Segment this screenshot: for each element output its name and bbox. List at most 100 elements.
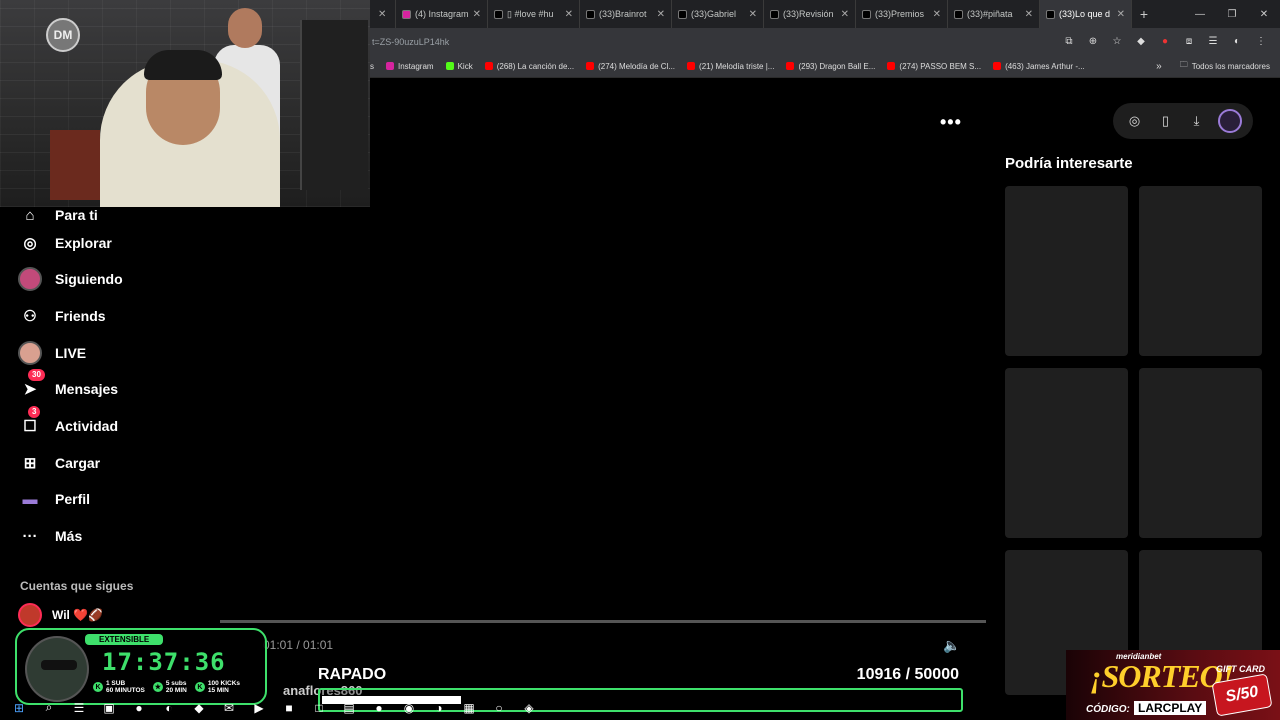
sidebar-item-siguiendo[interactable]: Siguiendo bbox=[18, 267, 123, 291]
bookmark-item[interactable]: s bbox=[370, 62, 374, 71]
sidebar-item-mensajes[interactable]: ➤ 30 Mensajes bbox=[18, 369, 119, 401]
sidebar-item-cargar[interactable]: ⊞ Cargar bbox=[18, 451, 100, 475]
app-icon-3[interactable]: ■ bbox=[280, 699, 298, 717]
suggested-video-thumbnail[interactable] bbox=[1005, 186, 1128, 356]
chrome-icon[interactable]: ● bbox=[130, 699, 148, 717]
tab-close-icon[interactable]: ✕ bbox=[841, 9, 849, 20]
browser-tab[interactable]: ▯ #love #hu ✕ bbox=[488, 0, 580, 28]
video-more-button[interactable]: ••• bbox=[940, 112, 962, 133]
bookmark-star-icon[interactable]: ☆ bbox=[1110, 36, 1124, 47]
close-window-button[interactable]: ✕ bbox=[1248, 9, 1280, 20]
store-icon[interactable]: ▣ bbox=[100, 699, 118, 717]
browser-tab[interactable]: (33)#piñata ✕ bbox=[948, 0, 1040, 28]
tab-close-icon[interactable]: ✕ bbox=[933, 9, 941, 20]
suggested-video-thumbnail[interactable] bbox=[1139, 186, 1262, 356]
search-icon[interactable]: ⌕ bbox=[40, 699, 58, 717]
user-avatar[interactable] bbox=[1217, 109, 1242, 133]
install-icon[interactable]: ⧉ bbox=[1062, 36, 1076, 47]
app-icon-6[interactable]: ◈ bbox=[520, 699, 538, 717]
bookmark-item[interactable]: Instagram bbox=[386, 62, 434, 71]
explore-icon[interactable]: ◎ bbox=[1125, 113, 1145, 129]
windows-icon[interactable]: ⊞ bbox=[10, 699, 28, 717]
bookmark-item[interactable]: (268) La canción de... bbox=[484, 62, 574, 71]
sidebar-item-friends[interactable]: ⚇ Friends bbox=[18, 304, 105, 328]
promo-gift-label: GIFT CARD bbox=[1216, 664, 1265, 674]
tab-close-icon[interactable]: ✕ bbox=[473, 9, 481, 20]
following-account[interactable]: Wil ❤️🏈 bbox=[18, 603, 103, 627]
bookmark-item[interactable]: Kick bbox=[445, 62, 473, 71]
whatsapp-icon[interactable]: ○ bbox=[490, 699, 508, 717]
app-icon[interactable]: ◆ bbox=[190, 699, 208, 717]
zoom-icon[interactable]: ⊕ bbox=[1086, 36, 1100, 47]
tab-close-icon[interactable]: ✕ bbox=[749, 9, 757, 20]
friends-icon: ⚇ bbox=[18, 304, 42, 328]
tab-close-icon[interactable]: ✕ bbox=[657, 9, 665, 20]
sidebar-item-perfil[interactable]: ▬ Perfil bbox=[18, 487, 91, 511]
timer-rates: K1 SUB 60 MINUTOS ★ 5 subs 20 MIN K 100 KICKs 1… bbox=[93, 680, 240, 694]
sidebar-item-más[interactable]: ··· Más bbox=[18, 524, 83, 548]
browser-tab[interactable]: (4) Instagram ✕ bbox=[396, 0, 488, 28]
new-tab-button[interactable]: + bbox=[1132, 6, 1156, 22]
notification-badge: 3 bbox=[28, 406, 41, 418]
bookmark-item[interactable]: (21) Melodía triste |... bbox=[687, 62, 774, 71]
avatar bbox=[18, 341, 42, 365]
browser-tab[interactable]: (33)Revisión ✕ bbox=[764, 0, 856, 28]
rate-line2: 20 MIN bbox=[165, 687, 187, 694]
browser-tab[interactable]: (33)Lo que d ✕ bbox=[1040, 0, 1132, 28]
extension-icon[interactable]: ◆ bbox=[1134, 36, 1148, 47]
rate-line2: 60 MINUTOS bbox=[106, 687, 145, 694]
sidebar-item-label: Mensajes bbox=[55, 381, 119, 397]
bookmark-item[interactable]: (274) Melodía de Cl... bbox=[586, 62, 675, 71]
tab-close-icon[interactable]: ✕ bbox=[1025, 9, 1033, 20]
webcam-overlay: DM bbox=[0, 0, 370, 207]
browser-tab[interactable]: ✕ bbox=[370, 0, 396, 28]
tab-title: (33)Brainrot bbox=[599, 9, 647, 19]
calculator-icon[interactable]: ▦ bbox=[460, 699, 478, 717]
profile-icon[interactable]: ◐ bbox=[1230, 36, 1244, 47]
extensions-puzzle-icon[interactable]: ⧈ bbox=[1182, 36, 1196, 47]
volume-icon[interactable]: 🔈 bbox=[943, 637, 960, 654]
address-bar[interactable]: t=ZS-90uzuLP14hk ⧉ ⊕ ☆ ◆ ● ⧈ ☰ ◐ ⋮ bbox=[370, 28, 1280, 55]
suggested-video-thumbnail[interactable] bbox=[1139, 368, 1262, 538]
app-icon-5[interactable]: ◑ bbox=[430, 699, 448, 717]
sidebar-item-label: LIVE bbox=[55, 345, 87, 361]
sidebar-item-para-ti[interactable]: ⌂ Para ti bbox=[18, 209, 97, 227]
mobile-icon[interactable]: ▯ bbox=[1156, 113, 1176, 129]
minimize-button[interactable]: — bbox=[1184, 9, 1216, 20]
all-bookmarks-button[interactable]: 🗀 Todos los marcadores bbox=[1180, 59, 1270, 73]
tab-close-icon[interactable]: ✕ bbox=[565, 9, 573, 20]
bookmark-item[interactable]: (293) Dragon Ball E... bbox=[786, 62, 875, 71]
rate-line1: 5 subs bbox=[165, 680, 187, 687]
browser-tab[interactable]: (33)Brainrot ✕ bbox=[580, 0, 672, 28]
maximize-button[interactable]: ❐ bbox=[1216, 9, 1248, 20]
bookmark-item[interactable]: (274) PASSO BEM S... bbox=[887, 62, 981, 71]
reading-list-icon[interactable]: ☰ bbox=[1206, 36, 1220, 47]
profile-icon-glyph: ▬ bbox=[22, 490, 38, 508]
following-account-name: Wil ❤️🏈 bbox=[52, 608, 104, 622]
obs-icon[interactable]: ◉ bbox=[400, 699, 418, 717]
task-view-icon[interactable]: ☰ bbox=[70, 699, 88, 717]
menu-kebab-icon[interactable]: ⋮ bbox=[1254, 36, 1268, 47]
app-icon-4[interactable]: □ bbox=[310, 699, 328, 717]
tab-close-icon[interactable]: ✕ bbox=[378, 9, 386, 20]
bookmarks-overflow-button[interactable]: » bbox=[1156, 61, 1162, 72]
extension-red-icon[interactable]: ● bbox=[1158, 36, 1172, 47]
download-icon[interactable]: ⤓ bbox=[1187, 113, 1207, 129]
sidebar-item-explorar[interactable]: ◎ Explorar bbox=[18, 231, 111, 255]
rate-text: 1 SUB 60 MINUTOS bbox=[106, 680, 145, 694]
url-text[interactable]: t=ZS-90uzuLP14hk bbox=[372, 37, 449, 47]
suggested-video-thumbnail[interactable] bbox=[1005, 368, 1128, 538]
sidebar-item-actividad[interactable]: ☐ 3 Actividad bbox=[18, 406, 118, 438]
browser-tab[interactable]: (33)Gabriel ✕ bbox=[672, 0, 764, 28]
upload-icon-glyph: ⊞ bbox=[23, 455, 37, 472]
edge-icon[interactable]: ◐ bbox=[160, 699, 178, 717]
video-progress-bar[interactable] bbox=[220, 620, 986, 623]
sidebar-item-live[interactable]: LIVE bbox=[18, 341, 86, 365]
folder-icon[interactable]: ▤ bbox=[340, 699, 358, 717]
browser-tab[interactable]: (33)Premios ✕ bbox=[856, 0, 948, 28]
app-icon-2[interactable]: ▶ bbox=[250, 699, 268, 717]
tab-close-icon[interactable]: ✕ bbox=[1117, 9, 1125, 20]
chrome-icon-2[interactable]: ● bbox=[370, 699, 388, 717]
mail-icon[interactable]: ✉ bbox=[220, 699, 238, 717]
bookmark-item[interactable]: (463) James Arthur -... bbox=[993, 62, 1085, 71]
